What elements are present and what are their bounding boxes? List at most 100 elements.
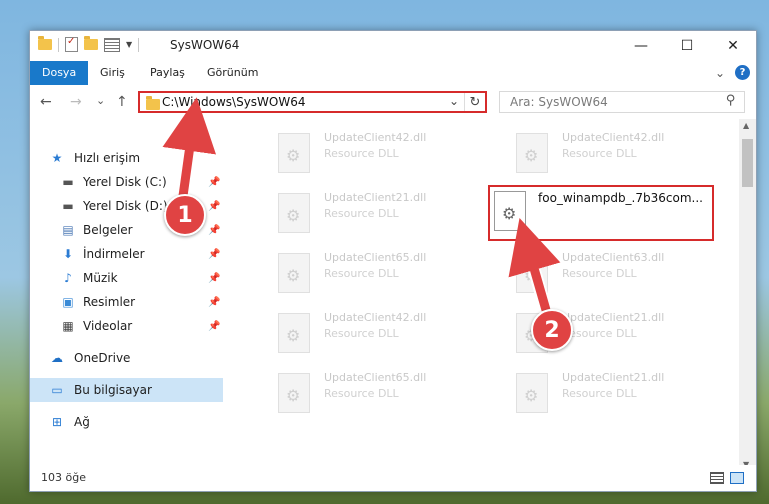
quick-access-toolbar: ▼ — [38, 36, 140, 52]
pictures-icon: ▣ — [62, 295, 74, 309]
scroll-up-icon[interactable]: ▲ — [743, 121, 749, 130]
tab-home[interactable]: Giriş — [100, 61, 125, 85]
pin-icon[interactable]: 📌 — [208, 225, 220, 236]
drive-icon: ▬ — [62, 175, 74, 189]
pin-icon[interactable]: 📌 — [208, 201, 220, 212]
file-type: Resource DLL — [324, 327, 399, 340]
file-name: UpdateClient42.dll — [324, 131, 427, 144]
forward-button[interactable]: → — [70, 94, 82, 110]
sidebar-item[interactable]: ▬ Yerel Disk (C:) 📌 — [30, 170, 223, 194]
folder-icon — [38, 36, 52, 50]
sidebar-item[interactable]: ⊞ Ağ — [30, 410, 223, 434]
search-placeholder: Ara: SysWOW64 — [510, 95, 608, 109]
file-item[interactable]: UpdateClient42.dll Resource DLL — [252, 125, 472, 181]
pin-icon[interactable]: 📌 — [208, 297, 220, 308]
sidebar-item[interactable]: ▭ Bu bilgisayar — [30, 378, 223, 402]
file-item[interactable]: UpdateClient21.dll Resource DLL — [252, 185, 472, 241]
recent-locations-button[interactable]: ⌄ — [96, 94, 105, 107]
pin-icon[interactable]: 📌 — [208, 249, 220, 260]
divider — [58, 37, 59, 52]
pin-icon[interactable]: 📌 — [208, 321, 220, 332]
file-item[interactable]: UpdateClient42.dll Resource DLL — [252, 305, 472, 361]
sidebar-item[interactable]: ☁ OneDrive — [30, 346, 223, 370]
file-item[interactable]: UpdateClient21.dll Resource DLL — [490, 305, 710, 361]
tab-share[interactable]: Paylaş — [150, 61, 185, 85]
sidebar-item-label: Belgeler — [83, 223, 133, 237]
address-dropdown-icon[interactable]: ⌄ — [449, 94, 459, 108]
sidebar-item[interactable]: ♪ Müzik 📌 — [30, 266, 223, 290]
file-type: Resource DLL — [562, 267, 637, 280]
dll-file-icon — [278, 193, 310, 233]
dll-file-icon — [516, 253, 548, 293]
pin-icon[interactable]: 📌 — [208, 177, 220, 188]
address-path[interactable]: C:\Windows\SysWOW64 — [162, 95, 306, 109]
file-name: UpdateClient65.dll — [324, 371, 427, 384]
large-icons-view-icon[interactable] — [730, 472, 744, 484]
drive-icon: ▬ — [62, 199, 74, 213]
sidebar-item-label: Videolar — [83, 319, 133, 333]
sidebar-item[interactable]: ⬇ İndirmeler 📌 — [30, 242, 223, 266]
music-icon: ♪ — [64, 271, 72, 285]
file-name: foo_winampdb_.7b36com... — [538, 191, 703, 205]
file-type: Resource DLL — [562, 387, 637, 400]
help-icon[interactable]: ? — [735, 65, 750, 80]
file-name: UpdateClient21.dll — [324, 191, 427, 204]
sidebar-item-label: OneDrive — [74, 351, 131, 365]
address-bar[interactable]: C:\Windows\SysWOW64 ⌄ ↻ — [138, 91, 487, 113]
tab-view[interactable]: Görünüm — [207, 61, 258, 85]
file-type: Resource DLL — [324, 207, 399, 220]
refresh-button[interactable]: ↻ — [464, 93, 485, 111]
dll-file-icon — [516, 133, 548, 173]
ribbon-expand-icon[interactable]: ⌄ — [715, 66, 725, 80]
file-item[interactable]: UpdateClient65.dll Resource DLL — [252, 365, 472, 421]
sidebar-item[interactable]: ▦ Videolar 📌 — [30, 314, 223, 338]
file-item[interactable]: UpdateClient65.dll Resource DLL — [252, 245, 472, 301]
file-item[interactable]: UpdateClient21.dll Resource DLL — [490, 365, 710, 421]
details-view-icon[interactable] — [710, 472, 724, 484]
search-icon[interactable]: ⚲ — [726, 93, 736, 108]
search-input[interactable]: Ara: SysWOW64 ⚲ — [499, 91, 745, 113]
computer-icon: ▭ — [51, 383, 63, 397]
file-item[interactable]: UpdateClient42.dll Resource DLL — [490, 125, 710, 181]
properties-icon[interactable] — [65, 36, 78, 52]
video-icon: ▦ — [62, 319, 74, 333]
sidebar-item-label: İndirmeler — [83, 247, 145, 261]
maximize-button[interactable]: ☐ — [664, 31, 710, 61]
views-icon[interactable] — [104, 37, 120, 52]
dll-file-icon — [278, 373, 310, 413]
up-button[interactable]: ↑ — [116, 94, 128, 110]
window-title: SysWOW64 — [170, 38, 240, 52]
file-name: UpdateClient21.dll — [562, 371, 665, 384]
file-type: Resource DLL — [562, 327, 637, 340]
close-button[interactable]: ✕ — [710, 31, 756, 61]
sidebar-item[interactable]: ▣ Resimler 📌 — [30, 290, 223, 314]
file-type: Resource DLL — [324, 267, 399, 280]
callout-2: 2 — [531, 309, 573, 351]
dll-file-icon — [516, 373, 548, 413]
minimize-button[interactable]: — — [618, 31, 664, 61]
pin-icon[interactable]: 📌 — [208, 273, 220, 284]
navigation-bar: ← → ⌄ ↑ C:\Windows\SysWOW64 ⌄ ↻ Ara: Sys… — [30, 85, 756, 119]
highlighted-file-item[interactable]: foo_winampdb_.7b36com... — [488, 185, 714, 241]
dll-file-icon — [278, 313, 310, 353]
document-icon: ▤ — [62, 223, 74, 237]
item-count: 103 öğe — [41, 471, 86, 484]
file-item[interactable]: UpdateClient63.dll Resource DLL — [490, 245, 710, 301]
new-folder-icon[interactable] — [84, 36, 98, 50]
file-name: UpdateClient21.dll — [562, 311, 665, 324]
sidebar-item-label: Hızlı erişim — [74, 151, 141, 165]
scrollbar-thumb[interactable] — [742, 139, 753, 187]
tab-file[interactable]: Dosya — [30, 61, 89, 85]
sidebar-item-label: Ağ — [74, 415, 90, 429]
back-button[interactable]: ← — [40, 94, 52, 110]
star-icon: ★ — [51, 151, 63, 165]
download-icon: ⬇ — [62, 247, 74, 261]
sidebar-item-label: Bu bilgisayar — [74, 383, 152, 397]
file-name: UpdateClient63.dll — [562, 251, 665, 264]
sidebar-item-label: Resimler — [83, 295, 136, 309]
dll-file-icon — [278, 133, 310, 173]
customize-toolbar-dropdown[interactable]: ▼ — [126, 40, 132, 49]
sidebar-item[interactable]: ★ Hızlı erişim — [30, 146, 223, 170]
explorer-window: ▼ SysWOW64 — ☐ ✕ Dosya Giriş Paylaş Görü… — [29, 30, 757, 492]
vertical-scrollbar[interactable]: ▲ ▼ — [739, 119, 756, 471]
